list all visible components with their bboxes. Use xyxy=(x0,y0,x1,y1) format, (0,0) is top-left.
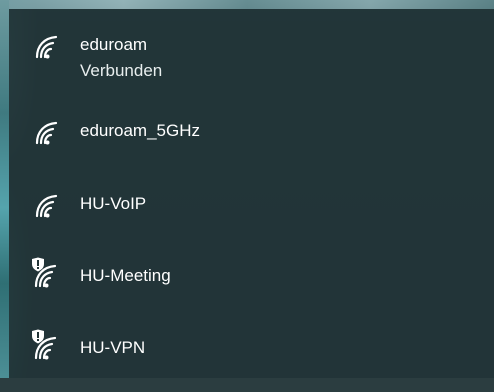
wifi-shield-icon xyxy=(29,256,63,288)
wifi-network-flyout: eduroam Verbunden eduroam_5GHz HU-VoIP H… xyxy=(9,9,494,378)
network-item-hu-voip[interactable]: HU-VoIP xyxy=(9,188,494,248)
wallpaper-left-edge xyxy=(0,0,9,378)
wifi-icon xyxy=(31,190,65,220)
network-item-eduroam[interactable]: eduroam Verbunden xyxy=(9,29,494,89)
network-name: HU-VoIP xyxy=(80,194,147,213)
wallpaper-top-edge xyxy=(0,0,494,9)
wifi-shield-icon xyxy=(29,328,63,360)
network-name: HU-VPN xyxy=(80,338,146,357)
network-status: Verbunden xyxy=(80,61,163,80)
network-item-hu-meeting[interactable]: HU-Meeting xyxy=(9,257,494,320)
network-name: eduroam_5GHz xyxy=(80,121,201,140)
wifi-icon xyxy=(31,31,65,61)
network-item-eduroam-5ghz[interactable]: eduroam_5GHz xyxy=(9,115,494,175)
network-name: eduroam xyxy=(80,35,148,54)
wifi-icon xyxy=(31,117,65,147)
network-item-hu-vpn[interactable]: HU-VPN xyxy=(9,329,494,392)
network-name: HU-Meeting xyxy=(80,266,171,285)
